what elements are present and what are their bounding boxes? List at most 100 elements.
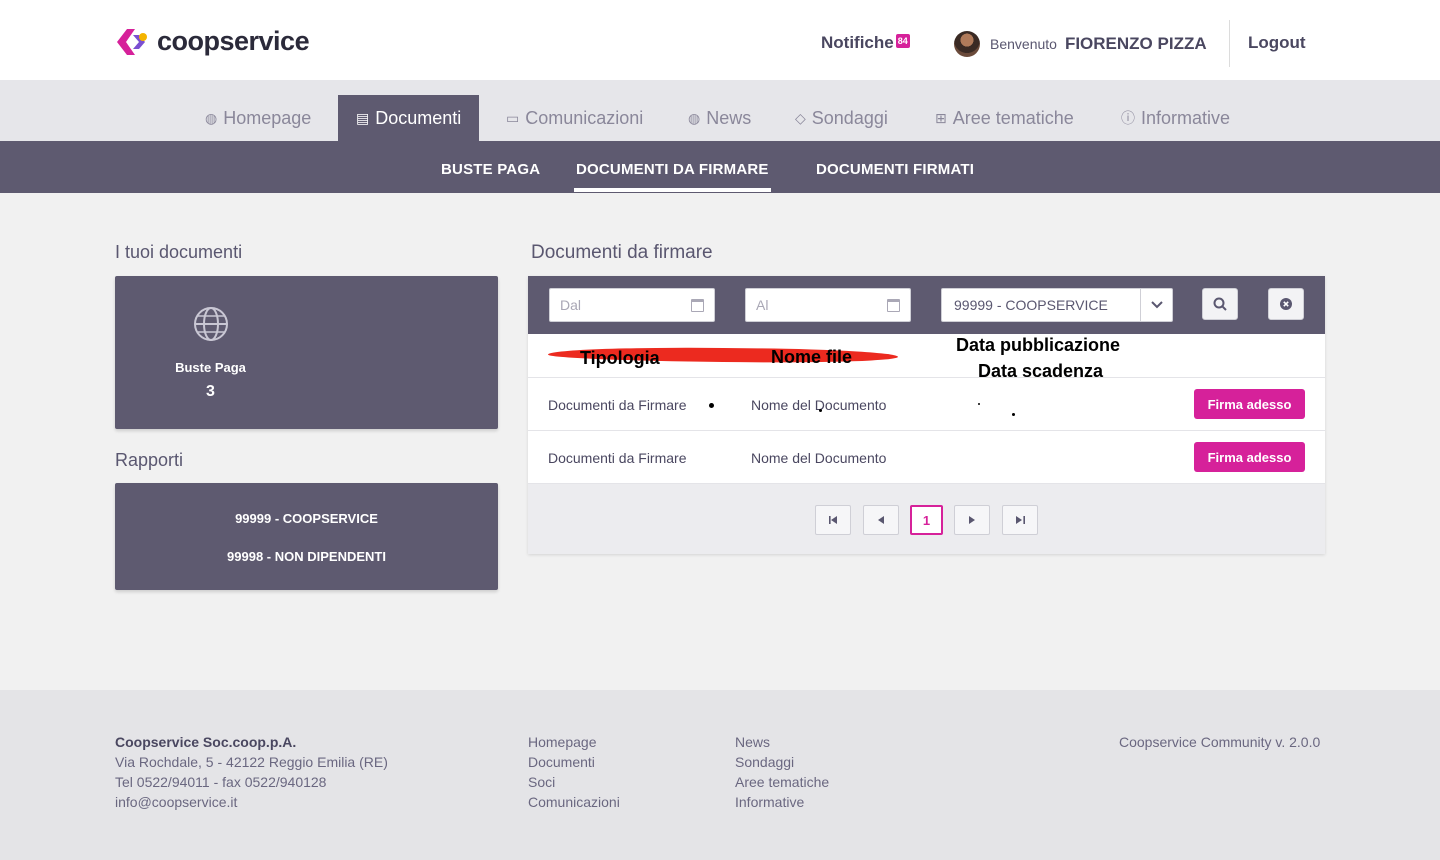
documents-section-title: I tuoi documenti [115,242,243,262]
report-item[interactable]: 99998 - NON DIPENDENTI [115,549,498,564]
tab-aree-tematiche[interactable]: ⊞ Aree tematiche [935,95,1074,141]
notifications-count-badge: 84 [895,34,910,48]
subtab-documenti-firmati[interactable]: DOCUMENTI FIRMATI [816,161,974,178]
top-header: coopservice Notifiche 84 Benvenuto FIORE… [0,0,1440,80]
column-header-tipologia[interactable]: Tipologia [580,348,660,369]
column-header-data-pubblicazione[interactable]: Data pubblicazione [956,335,1120,356]
notifications-link[interactable]: Notifiche 84 [821,33,910,53]
reports-section-title: Rapporti [115,450,184,470]
mark-dot [819,409,822,412]
sign-now-button[interactable]: Firma adesso [1194,442,1305,472]
first-page-icon [828,516,837,524]
last-page-button[interactable] [1002,505,1038,535]
grid-icon: ⊞ [935,109,947,126]
last-page-icon [1015,516,1025,524]
column-header-nome-file[interactable]: Nome file [771,347,852,368]
date-from-placeholder: Dal [560,297,582,313]
row-tipologia: Documenti da Firmare [548,450,687,466]
globe-icon: ◍ [205,109,218,126]
footer-link[interactable]: Documenti [528,752,620,772]
prev-page-button[interactable] [863,505,899,535]
subtab-buste-paga[interactable]: BUSTE PAGA [441,161,540,178]
tab-label: Documenti [375,107,462,128]
footer-company-name: Coopservice Soc.coop.p.A. [115,734,297,750]
notifications-label: Notifiche [821,33,894,52]
clear-filters-button[interactable] [1268,288,1304,320]
search-button[interactable] [1202,288,1238,320]
company-select-value: 99999 - COOPSERVICE [954,297,1108,313]
chevron-down-icon[interactable] [1140,289,1172,321]
footer-link[interactable]: Soci [528,772,620,792]
user-name: FIORENZO PIZZA [1064,34,1207,53]
next-page-button[interactable] [954,505,990,535]
footer-link[interactable]: News [735,732,829,752]
tab-label: News [706,107,752,128]
document-icon: ▤ [356,109,370,126]
avatar [954,31,980,57]
documents-subnav: BUSTE PAGA DOCUMENTI DA FIRMARE DOCUMENT… [0,141,1440,193]
header-divider [1229,20,1230,67]
date-to-field[interactable]: Al [745,288,911,322]
footer-links-col1: Homepage Documenti Soci Comunicazioni [528,732,620,812]
tab-label: Comunicazioni [525,107,644,128]
coopservice-logo[interactable]: coopservice [115,26,310,57]
globe-icon [194,307,228,341]
tab-documenti[interactable]: ▤ Documenti [338,95,480,141]
tab-comunicazioni[interactable]: ▭ Comunicazioni [506,95,643,141]
footer-version: Coopservice Community v. 2.0.0 [1119,734,1321,750]
buste-paga-card[interactable]: Buste Paga 3 [115,276,498,429]
date-to-placeholder: Al [756,297,769,313]
current-page-button[interactable]: 1 [910,505,943,535]
footer-phone: Tel 0522/94011 - fax 0522/940128 [115,774,327,790]
mark-dot [709,403,714,408]
tab-sondaggi[interactable]: ◇ Sondaggi [795,95,888,141]
calendar-icon [887,298,900,312]
tab-homepage[interactable]: ◍ Homepage [205,95,311,141]
footer-link[interactable]: Sondaggi [735,752,829,772]
buste-paga-count: 3 [206,383,215,400]
table-row: Documenti da Firmare Nome del Documento … [528,378,1325,431]
footer-company-info: Coopservice Soc.coop.p.A. Via Rochdale, … [115,732,388,812]
footer-link[interactable]: Homepage [528,732,620,752]
footer-link[interactable]: Informative [735,792,829,812]
report-item[interactable]: 99999 - COOPSERVICE [115,511,498,526]
table-header: Tipologia Nome file Data pubblicazione D… [528,334,1325,381]
tab-informative[interactable]: ⓘ Informative [1121,95,1230,141]
mark-dot [978,403,980,405]
main-nav-tabs: ◍ Homepage ▤ Documenti ▭ Comunicazioni ◍… [0,80,1440,141]
calendar-icon [691,298,704,312]
logo-mark-icon [117,28,147,55]
tab-label: Sondaggi [811,107,888,128]
buste-paga-label: Buste Paga [175,360,246,375]
next-page-icon [969,516,975,524]
tab-label: Aree tematiche [952,107,1074,128]
prev-page-icon [878,516,884,524]
page-footer: Coopservice Soc.coop.p.A. Via Rochdale, … [0,690,1440,860]
company-select[interactable]: 99999 - COOPSERVICE [941,288,1173,322]
row-tipologia: Documenti da Firmare [548,397,687,413]
tab-news[interactable]: ◍ News [688,95,751,141]
user-menu[interactable]: Benvenuto FIORENZO PIZZA [954,31,1207,57]
tab-label: Informative [1141,107,1231,128]
brand-name: coopservice [157,26,310,56]
logout-button[interactable]: Logout [1248,33,1306,53]
filter-bar: Dal Al 99999 - COOPSERVICE [528,276,1325,334]
date-from-field[interactable]: Dal [549,288,715,322]
row-nome-documento[interactable]: Nome del Documento [751,450,886,466]
documents-table: Tipologia Nome file Data pubblicazione D… [528,334,1325,484]
footer-link[interactable]: Comunicazioni [528,792,620,812]
search-icon [1213,297,1227,311]
tag-icon: ◇ [795,109,806,126]
table-row: Documenti da Firmare Nome del Documento … [528,431,1325,484]
reports-card: 99999 - COOPSERVICE 99998 - NON DIPENDEN… [115,483,498,590]
footer-address: Via Rochdale, 5 - 42122 Reggio Emilia (R… [115,754,388,770]
footer-email[interactable]: info@coopservice.it [115,792,388,812]
welcome-text: Benvenuto [990,36,1057,52]
subtab-documenti-da-firmare[interactable]: DOCUMENTI DA FIRMARE [576,161,769,178]
globe-icon: ◍ [688,109,701,126]
first-page-button[interactable] [815,505,851,535]
tab-label: Homepage [223,107,312,128]
footer-link[interactable]: Aree tematiche [735,772,829,792]
sign-now-button[interactable]: Firma adesso [1194,389,1305,419]
footer-links-col2: News Sondaggi Aree tematiche Informative [735,732,829,812]
